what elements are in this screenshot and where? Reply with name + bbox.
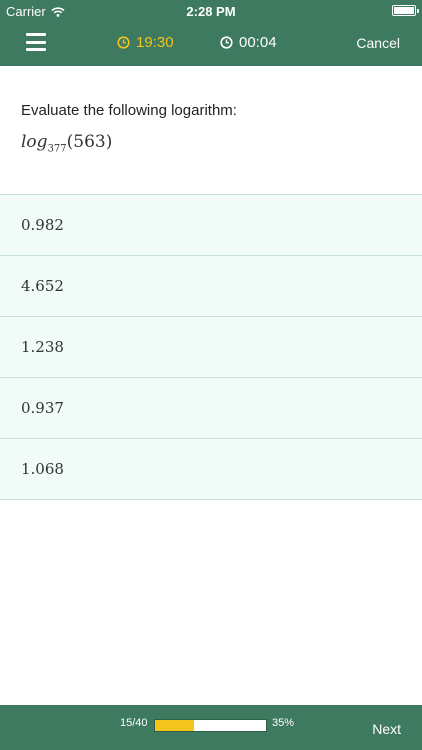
- progress-percent: 35%: [272, 717, 295, 729]
- expression-base: 377: [47, 143, 67, 155]
- next-button[interactable]: Next: [372, 721, 401, 737]
- question-expression: log377(563): [21, 132, 112, 154]
- expression-argument: (563): [66, 132, 113, 152]
- question-counter: 15/40: [120, 717, 148, 729]
- answer-list: 0.982 4.652 1.238 0.937 1.068: [0, 194, 422, 500]
- answer-option[interactable]: 0.937: [0, 378, 422, 439]
- answer-option[interactable]: 4.652: [0, 256, 422, 317]
- time-elapsed: 00:04: [220, 34, 277, 51]
- progress-bar-fill: [155, 720, 194, 731]
- clock-icon: [117, 36, 130, 49]
- hamburger-menu-icon[interactable]: [26, 33, 46, 51]
- footer-bar: 15/40 35% Next: [0, 705, 422, 750]
- time-remaining-value: 19:30: [136, 34, 174, 51]
- nav-bar: 19:30 00:04 Cancel: [0, 22, 422, 66]
- time-elapsed-value: 00:04: [239, 34, 277, 51]
- stopwatch-icon: [220, 36, 233, 49]
- question-panel: Evaluate the following logarithm: log377…: [0, 66, 422, 194]
- status-bar: Carrier 2:28 PM: [0, 0, 422, 22]
- time-remaining: 19:30: [117, 34, 174, 51]
- cancel-button[interactable]: Cancel: [356, 35, 400, 51]
- answer-option[interactable]: 1.238: [0, 317, 422, 378]
- answer-option[interactable]: 1.068: [0, 439, 422, 500]
- progress-bar: [154, 719, 267, 732]
- battery-icon: [392, 5, 419, 16]
- status-time: 2:28 PM: [186, 4, 236, 19]
- expression-function: log: [21, 132, 48, 152]
- answer-option[interactable]: 0.982: [0, 195, 422, 256]
- question-prompt: Evaluate the following logarithm:: [21, 102, 237, 119]
